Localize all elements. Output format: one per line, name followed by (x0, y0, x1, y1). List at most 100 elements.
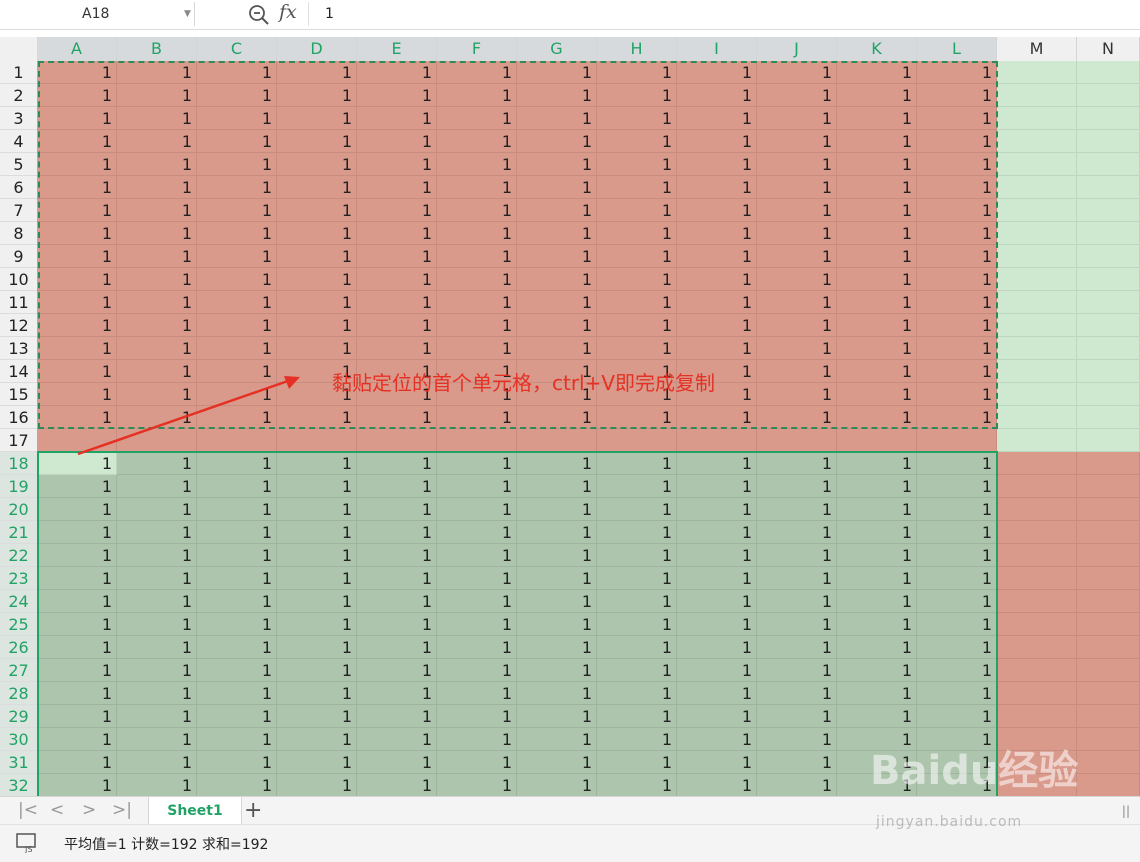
cell-d9[interactable]: 1 (277, 245, 357, 268)
row-header-8[interactable]: 8 (0, 222, 37, 245)
cell-g3[interactable]: 1 (517, 107, 597, 130)
cell-j25[interactable]: 1 (757, 613, 837, 636)
row-header-31[interactable]: 31 (0, 751, 37, 774)
cell-g20[interactable]: 1 (517, 498, 597, 521)
cell-k20[interactable]: 1 (837, 498, 917, 521)
row-header-9[interactable]: 9 (0, 245, 37, 268)
cell-h23[interactable]: 1 (597, 567, 677, 590)
cell-j29[interactable]: 1 (757, 705, 837, 728)
cell-k32[interactable]: 1 (837, 774, 917, 796)
cell-m5[interactable] (997, 153, 1077, 176)
cell-c16[interactable]: 1 (197, 406, 277, 429)
cell-b7[interactable]: 1 (117, 199, 197, 222)
select-all-corner[interactable] (0, 37, 37, 61)
cell-h27[interactable]: 1 (597, 659, 677, 682)
cell-k16[interactable]: 1 (837, 406, 917, 429)
cell-j28[interactable]: 1 (757, 682, 837, 705)
column-header-k[interactable]: K (837, 37, 917, 61)
cell-d17[interactable] (277, 429, 357, 452)
cell-m16[interactable] (997, 406, 1077, 429)
next-sheet-icon[interactable]: > (82, 800, 96, 820)
cell-l28[interactable]: 1 (917, 682, 997, 705)
cell-a2[interactable]: 1 (37, 84, 117, 107)
cell-h13[interactable]: 1 (597, 337, 677, 360)
cell-a6[interactable]: 1 (37, 176, 117, 199)
cell-b4[interactable]: 1 (117, 130, 197, 153)
cell-i11[interactable]: 1 (677, 291, 757, 314)
cell-m17[interactable] (997, 429, 1077, 452)
cell-l22[interactable]: 1 (917, 544, 997, 567)
cell-j27[interactable]: 1 (757, 659, 837, 682)
cell-c5[interactable]: 1 (197, 153, 277, 176)
cell-f20[interactable]: 1 (437, 498, 517, 521)
cell-k2[interactable]: 1 (837, 84, 917, 107)
cell-f19[interactable]: 1 (437, 475, 517, 498)
cell-k9[interactable]: 1 (837, 245, 917, 268)
cell-k18[interactable]: 1 (837, 452, 917, 475)
cell-i3[interactable]: 1 (677, 107, 757, 130)
cell-c6[interactable]: 1 (197, 176, 277, 199)
cell-c15[interactable]: 1 (197, 383, 277, 406)
cell-n18[interactable] (1077, 452, 1140, 475)
cell-f26[interactable]: 1 (437, 636, 517, 659)
cell-m31[interactable] (997, 751, 1077, 774)
cell-e23[interactable]: 1 (357, 567, 437, 590)
cell-l11[interactable]: 1 (917, 291, 997, 314)
row-header-15[interactable]: 15 (0, 383, 37, 406)
cell-m3[interactable] (997, 107, 1077, 130)
row-header-32[interactable]: 32 (0, 774, 37, 796)
cell-i25[interactable]: 1 (677, 613, 757, 636)
row-header-22[interactable]: 22 (0, 544, 37, 567)
cell-k12[interactable]: 1 (837, 314, 917, 337)
cell-g29[interactable]: 1 (517, 705, 597, 728)
cell-b30[interactable]: 1 (117, 728, 197, 751)
cell-g1[interactable]: 1 (517, 61, 597, 84)
cell-b26[interactable]: 1 (117, 636, 197, 659)
cell-j20[interactable]: 1 (757, 498, 837, 521)
cell-g17[interactable] (517, 429, 597, 452)
cell-h18[interactable]: 1 (597, 452, 677, 475)
cell-l30[interactable]: 1 (917, 728, 997, 751)
cell-l7[interactable]: 1 (917, 199, 997, 222)
cell-c19[interactable]: 1 (197, 475, 277, 498)
cell-g12[interactable]: 1 (517, 314, 597, 337)
cell-n26[interactable] (1077, 636, 1140, 659)
cell-i28[interactable]: 1 (677, 682, 757, 705)
cell-e9[interactable]: 1 (357, 245, 437, 268)
add-sheet-icon[interactable]: + (244, 798, 262, 823)
cell-a16[interactable]: 1 (37, 406, 117, 429)
cell-e18[interactable]: 1 (357, 452, 437, 475)
cell-c18[interactable]: 1 (197, 452, 277, 475)
column-header-j[interactable]: J (757, 37, 837, 61)
cell-m26[interactable] (997, 636, 1077, 659)
cell-h17[interactable] (597, 429, 677, 452)
cell-g23[interactable]: 1 (517, 567, 597, 590)
cell-i6[interactable]: 1 (677, 176, 757, 199)
cell-g16[interactable]: 1 (517, 406, 597, 429)
cell-j15[interactable]: 1 (757, 383, 837, 406)
cell-a22[interactable]: 1 (37, 544, 117, 567)
cell-a9[interactable]: 1 (37, 245, 117, 268)
cell-m21[interactable] (997, 521, 1077, 544)
cell-l9[interactable]: 1 (917, 245, 997, 268)
cell-b24[interactable]: 1 (117, 590, 197, 613)
cell-i29[interactable]: 1 (677, 705, 757, 728)
cell-d11[interactable]: 1 (277, 291, 357, 314)
cell-b20[interactable]: 1 (117, 498, 197, 521)
row-header-3[interactable]: 3 (0, 107, 37, 130)
cell-h11[interactable]: 1 (597, 291, 677, 314)
cell-f3[interactable]: 1 (437, 107, 517, 130)
cell-c11[interactable]: 1 (197, 291, 277, 314)
column-header-h[interactable]: H (597, 37, 677, 61)
cell-h19[interactable]: 1 (597, 475, 677, 498)
row-header-1[interactable]: 1 (0, 61, 37, 84)
cell-a25[interactable]: 1 (37, 613, 117, 636)
cell-a17[interactable] (37, 429, 117, 452)
cell-g26[interactable]: 1 (517, 636, 597, 659)
cell-b3[interactable]: 1 (117, 107, 197, 130)
cell-f2[interactable]: 1 (437, 84, 517, 107)
cell-j16[interactable]: 1 (757, 406, 837, 429)
row-header-18[interactable]: 18 (0, 452, 37, 475)
cell-m9[interactable] (997, 245, 1077, 268)
cell-m4[interactable] (997, 130, 1077, 153)
